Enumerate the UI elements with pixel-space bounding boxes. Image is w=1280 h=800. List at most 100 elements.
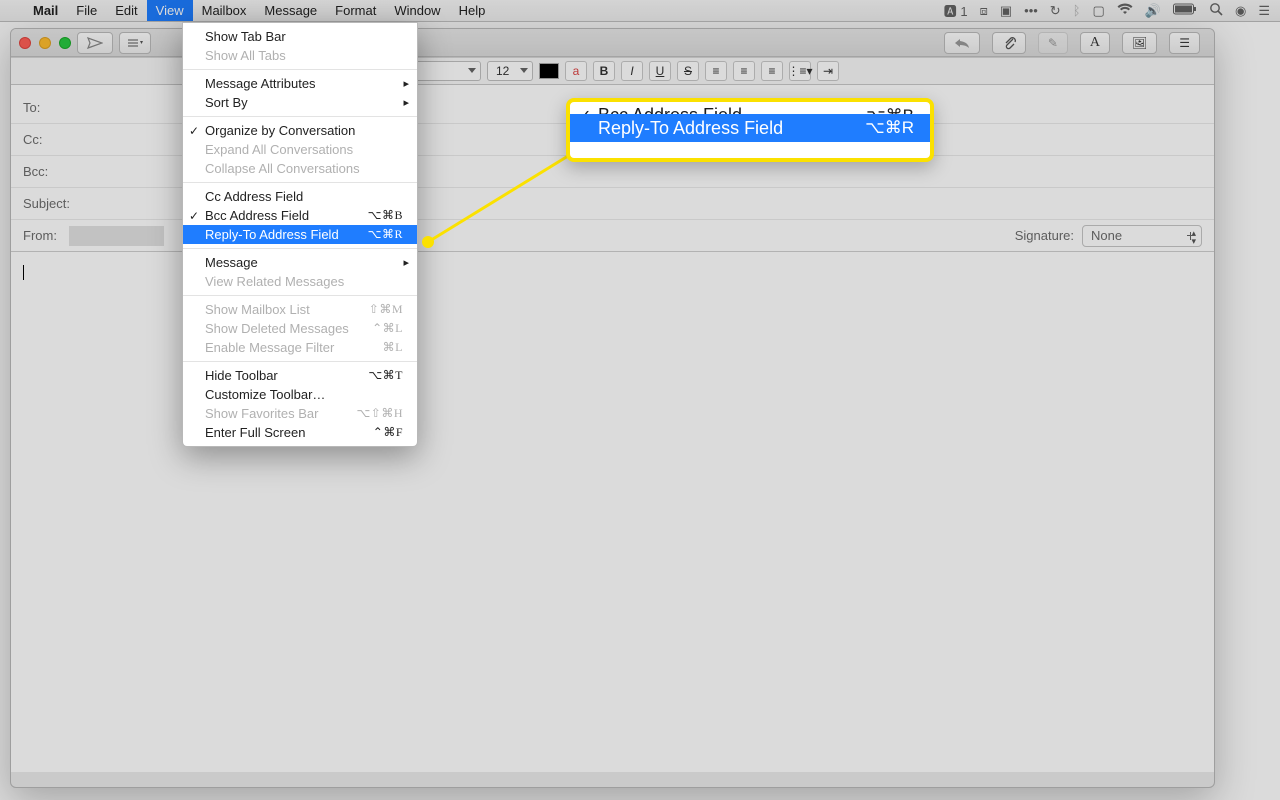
menu-help[interactable]: Help — [450, 0, 495, 21]
menuitem-show-mailbox-shortcut: ⇧⌘M — [369, 302, 403, 317]
callout-bubble: ✓ Bcc Address Field ⌥⌘B Reply-To Address… — [566, 98, 934, 162]
bold-button[interactable]: B — [593, 61, 615, 81]
callout-bcc-row: ✓ Bcc Address Field ⌥⌘B — [570, 102, 930, 114]
menuitem-hide-toolbar[interactable]: Hide Toolbar⌥⌘T — [183, 366, 417, 385]
siri-icon[interactable]: ◉ — [1235, 3, 1246, 19]
menu-bar: Mail File Edit View Mailbox Message Form… — [0, 0, 1280, 22]
menuitem-view-related: View Related Messages — [183, 272, 417, 291]
menu-file[interactable]: File — [67, 0, 106, 21]
align-center-button[interactable]: ≡ — [733, 61, 755, 81]
stationery-button[interactable]: ☰ — [1169, 32, 1200, 54]
menuitem-bcc-field[interactable]: Bcc Address Field ⌥⌘B — [183, 206, 417, 225]
menu-mailbox[interactable]: Mailbox — [193, 0, 256, 21]
notification-center-icon[interactable]: ☰ — [1258, 3, 1270, 19]
menuitem-message-attributes[interactable]: Message Attributes — [183, 74, 417, 93]
display-icon[interactable]: ▣ — [1000, 3, 1012, 19]
format-button[interactable]: A — [1080, 32, 1110, 54]
bluetooth-icon[interactable]: ᛒ — [1073, 3, 1081, 18]
text-cursor — [23, 265, 24, 280]
adobe-icon[interactable]: 🅰 1 — [944, 1, 968, 20]
menuitem-enter-full-screen[interactable]: Enter Full Screen ⌃⌘F — [183, 423, 417, 442]
airplay-icon[interactable]: ▢ — [1093, 3, 1105, 19]
reply-button[interactable] — [944, 32, 980, 54]
photo-browser-button[interactable]: 🖼 — [1122, 32, 1157, 54]
apple-menu[interactable] — [0, 0, 24, 21]
menuitem-show-favorites: Show Favorites Bar ⌥⇧⌘H — [183, 404, 417, 423]
more-icon[interactable]: ••• — [1024, 3, 1038, 18]
menu-separator — [183, 69, 417, 70]
menuitem-collapse-all: Collapse All Conversations — [183, 159, 417, 178]
menuitem-enable-filter-label: Enable Message Filter — [205, 340, 334, 355]
menu-app-name[interactable]: Mail — [24, 0, 67, 21]
timemachine-icon[interactable]: ↻ — [1050, 3, 1061, 19]
callout-leader — [418, 150, 588, 255]
menu-edit[interactable]: Edit — [106, 0, 146, 21]
signature-label: Signature: — [1015, 228, 1074, 243]
menuitem-show-tab-bar[interactable]: Show Tab Bar — [183, 27, 417, 46]
menuitem-enable-filter: Enable Message Filter⌘L — [183, 338, 417, 357]
menuitem-show-deleted-shortcut: ⌃⌘L — [372, 321, 403, 336]
markup-button[interactable]: ✎ — [1038, 32, 1068, 54]
spotlight-icon[interactable] — [1209, 2, 1223, 19]
subject-label: Subject: — [23, 196, 93, 211]
menu-separator — [183, 182, 417, 183]
text-color-swatch[interactable] — [539, 63, 559, 79]
callout-bcc-shortcut: ⌥⌘B — [866, 106, 914, 114]
signature-value: None — [1091, 228, 1122, 243]
attach-button[interactable] — [992, 32, 1026, 54]
to-label: To: — [23, 100, 93, 115]
strike-button[interactable]: S — [677, 61, 699, 81]
menu-format[interactable]: Format — [326, 0, 385, 21]
menuitem-cc-field[interactable]: Cc Address Field — [183, 187, 417, 206]
zoom-button[interactable] — [59, 37, 71, 49]
traffic-lights — [19, 37, 71, 49]
menu-message[interactable]: Message — [255, 0, 326, 21]
from-label: From: — [23, 228, 69, 243]
menuitem-show-favorites-label: Show Favorites Bar — [205, 406, 318, 421]
menuitem-organize-by-conversation[interactable]: Organize by Conversation — [183, 121, 417, 140]
adobe-badge: 1 — [960, 4, 967, 19]
view-menu-dropdown: Show Tab Bar Show All Tabs Message Attri… — [182, 22, 418, 447]
menuitem-bcc-shortcut: ⌥⌘B — [368, 208, 403, 223]
menu-separator — [183, 295, 417, 296]
menuitem-sort-by[interactable]: Sort By — [183, 93, 417, 112]
send-button[interactable] — [77, 32, 113, 54]
menu-separator — [183, 116, 417, 117]
close-button[interactable] — [19, 37, 31, 49]
menuitem-reply-to-field[interactable]: Reply-To Address Field⌥⌘R — [183, 225, 417, 244]
menuitem-reply-to-label: Reply-To Address Field — [205, 227, 339, 242]
align-right-button[interactable]: ≡ — [761, 61, 783, 81]
font-size-select[interactable]: 12 — [487, 61, 533, 81]
list-button[interactable]: ⋮≡▾ — [789, 61, 811, 81]
from-value-redacted[interactable] — [69, 226, 164, 246]
italic-button[interactable]: I — [621, 61, 643, 81]
menuitem-bcc-label: Bcc Address Field — [205, 208, 309, 223]
menuitem-message-sub[interactable]: Message — [183, 253, 417, 272]
menuitem-expand-all: Expand All Conversations — [183, 140, 417, 159]
signature-select[interactable]: None ▴▾ — [1082, 225, 1202, 247]
menu-view[interactable]: View — [147, 0, 193, 21]
menu-window[interactable]: Window — [385, 0, 449, 21]
minimize-button[interactable] — [39, 37, 51, 49]
callout-reply-to-shortcut: ⌥⌘R — [865, 118, 914, 138]
header-fields-button[interactable] — [119, 32, 151, 54]
wifi-icon[interactable] — [1117, 3, 1133, 18]
cc-label: Cc: — [23, 132, 93, 147]
callout-bcc-label: Bcc Address Field — [598, 105, 742, 114]
battery-icon[interactable] — [1173, 3, 1197, 18]
menu-separator — [183, 248, 417, 249]
menuitem-customize-toolbar[interactable]: Customize Toolbar… — [183, 385, 417, 404]
menuitem-full-screen-shortcut: ⌃⌘F — [373, 425, 403, 440]
menuitem-show-favorites-shortcut: ⌥⇧⌘H — [356, 406, 403, 421]
underline-button[interactable]: U — [649, 61, 671, 81]
menuitem-show-deleted: Show Deleted Messages⌃⌘L — [183, 319, 417, 338]
menuitem-show-all-tabs: Show All Tabs — [183, 46, 417, 65]
indent-button[interactable]: ⇥ — [817, 61, 839, 81]
volume-icon[interactable]: 🔊 — [1145, 3, 1161, 19]
bg-color-button[interactable]: a — [565, 61, 587, 81]
dropbox-icon[interactable]: ⧈ — [980, 3, 988, 19]
menuitem-full-screen-label: Enter Full Screen — [205, 425, 305, 440]
menu-separator — [183, 361, 417, 362]
align-left-button[interactable]: ≡ — [705, 61, 727, 81]
font-size-value: 12 — [496, 64, 509, 78]
